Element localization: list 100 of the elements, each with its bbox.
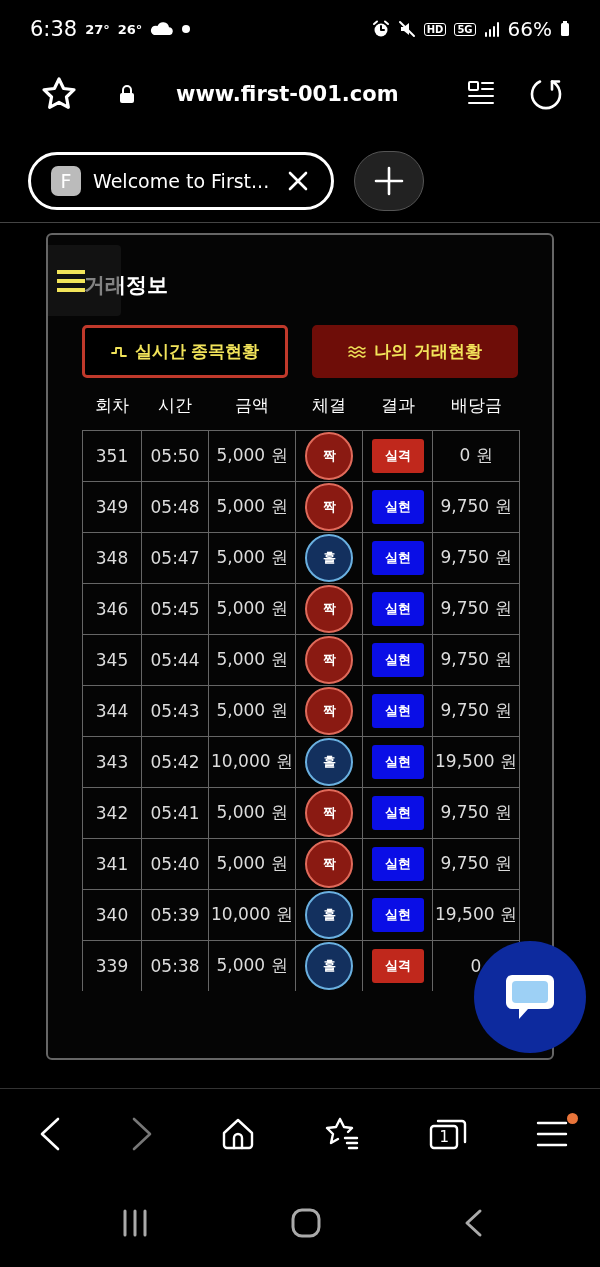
alarm-icon (371, 20, 390, 38)
pick-badge: 짝 (305, 482, 353, 531)
table-cell: 9,750 원 (440, 700, 512, 720)
table-cell: 9,750 원 (440, 598, 512, 618)
pick-badge: 홀 (305, 941, 353, 990)
table-cell: 05:50 (150, 445, 200, 466)
plus-icon (374, 166, 404, 196)
table-cell: 0 (470, 955, 482, 976)
result-badge: 실현 (371, 642, 424, 677)
cloud-icon (150, 22, 175, 36)
result-badge: 실현 (371, 693, 424, 728)
page-title: 거래정보 (84, 272, 168, 299)
table-cell: 5,000 원 (216, 700, 288, 720)
home-icon[interactable] (221, 1117, 256, 1151)
table-cell: 339 (95, 955, 129, 976)
column-header: 체결 (312, 395, 346, 415)
lock-icon (118, 84, 136, 104)
network-badge: 5G (454, 22, 476, 36)
table-cell: 343 (95, 751, 129, 772)
menu-icon[interactable] (535, 1119, 568, 1149)
result-badge: 실현 (371, 489, 424, 524)
url-text[interactable]: www.first-001.com (176, 82, 466, 106)
column-header: 회차 (95, 395, 129, 415)
table-cell: 345 (95, 649, 129, 670)
pick-badge: 짝 (305, 686, 353, 735)
table-cell: 05:45 (150, 598, 200, 619)
column-header: 시간 (158, 395, 192, 415)
table-cell: 05:38 (150, 955, 200, 976)
table-cell: 05:41 (150, 802, 200, 823)
table-cell: 5,000 원 (216, 802, 288, 822)
table-cell: 5,000 원 (216, 649, 288, 669)
battery-percent: 66% (507, 17, 552, 41)
table-cell: 346 (95, 598, 129, 619)
pulse-icon (110, 344, 127, 359)
result-badge: 실격 (371, 438, 424, 473)
pick-badge: 짝 (305, 788, 353, 837)
tab-title: Welcome to First... (93, 170, 271, 192)
table-cell: 351 (95, 445, 129, 466)
table-cell: 05:40 (150, 853, 200, 874)
dot-icon (182, 25, 191, 33)
back-icon[interactable] (38, 1116, 62, 1152)
result-badge: 실현 (371, 591, 424, 626)
close-icon[interactable] (287, 170, 309, 192)
pick-badge: 홀 (305, 737, 353, 786)
my-trades-button[interactable]: 나의 거래현황 (312, 325, 518, 378)
table-cell: 342 (95, 802, 129, 823)
table-cell: 9,750 원 (440, 802, 512, 822)
temperature: 27° (85, 21, 110, 37)
table-cell: 19,500 원 (435, 904, 517, 924)
table-cell: 10,000 원 (211, 904, 293, 924)
browser-tab[interactable]: F Welcome to First... (28, 152, 334, 210)
menu-icon (56, 268, 86, 293)
column-header: 금액 (235, 395, 269, 415)
table-cell: 340 (95, 904, 129, 925)
favicon: F (51, 166, 81, 196)
pick-badge: 짝 (305, 635, 353, 684)
result-badge: 실현 (371, 897, 424, 932)
pick-badge: 짝 (305, 584, 353, 633)
table-cell: 9,750 원 (440, 547, 512, 567)
mute-icon (397, 20, 416, 38)
table-cell: 348 (95, 547, 129, 568)
result-badge: 실현 (371, 795, 424, 830)
table-cell: 05:43 (150, 700, 200, 721)
result-badge: 실현 (371, 744, 424, 779)
pick-badge: 홀 (305, 533, 353, 582)
table-cell: 9,750 원 (440, 853, 512, 873)
table-cell: 5,000 원 (216, 547, 288, 567)
table-cell: 10,000 원 (211, 751, 293, 771)
table-cell: 344 (95, 700, 129, 721)
table-cell: 9,750 원 (440, 649, 512, 669)
tabs-button[interactable]: 1 (428, 1116, 469, 1152)
new-tab-button[interactable] (354, 151, 424, 211)
home-button-icon[interactable] (290, 1207, 322, 1239)
table-cell: 05:47 (150, 547, 200, 568)
live-status-button[interactable]: 실시간 종목현황 (82, 325, 288, 378)
table-cell: 0 원 (459, 445, 493, 465)
table-cell: 349 (95, 496, 129, 517)
table-cell: 05:39 (150, 904, 200, 925)
pick-badge: 짝 (305, 839, 353, 888)
result-badge: 실현 (371, 540, 424, 575)
waves-icon (348, 344, 367, 359)
result-badge: 실격 (371, 948, 424, 983)
table-cell: 5,000 원 (216, 445, 288, 465)
table-cell: 5,000 원 (216, 853, 288, 873)
table-cell: 9,750 원 (440, 496, 512, 516)
result-badge: 실현 (371, 846, 424, 881)
battery-icon (560, 21, 570, 37)
table-cell: 5,000 원 (216, 496, 288, 516)
table-cell: 19,500 원 (435, 751, 517, 771)
table-cell: 05:48 (150, 496, 200, 517)
table-cell: 341 (95, 853, 129, 874)
pick-badge: 홀 (305, 890, 353, 939)
table-cell: 5,000 원 (216, 598, 288, 618)
column-header: 결과 (380, 395, 415, 415)
network-badge: HD (423, 22, 447, 36)
table-cell: 05:44 (150, 649, 200, 670)
table-cell: 05:42 (150, 751, 200, 772)
temperature: 26° (117, 21, 143, 37)
signal-icon (483, 21, 500, 37)
table-cell: 5,000 원 (216, 955, 288, 976)
